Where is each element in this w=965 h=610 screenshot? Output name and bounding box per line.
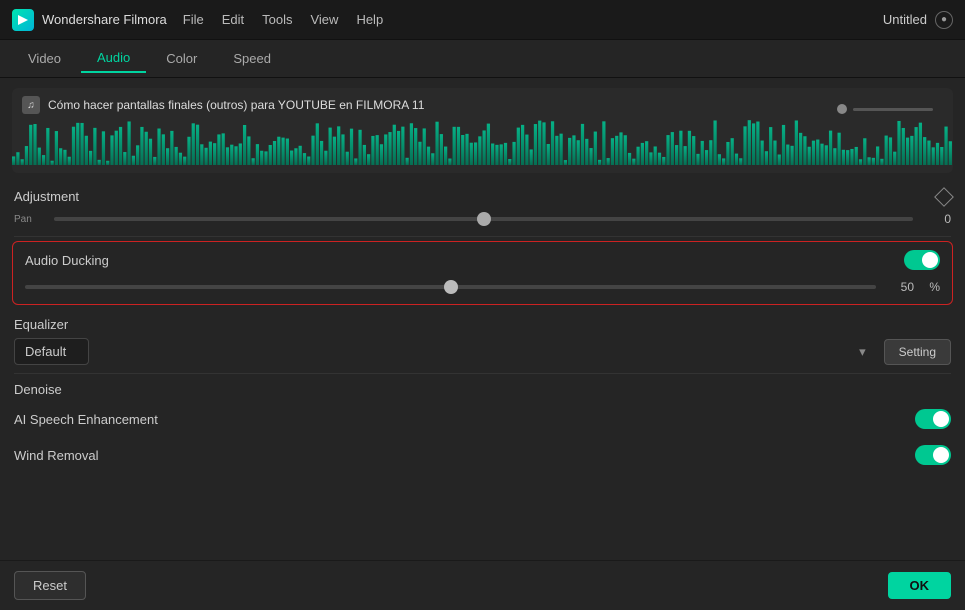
reset-button[interactable]: Reset (14, 571, 86, 600)
pan-label: Pan (14, 214, 44, 225)
pan-slider-container (54, 210, 913, 228)
project-settings-icon[interactable]: ● (935, 11, 953, 29)
ai-speech-label: AI Speech Enhancement (14, 412, 158, 427)
ai-speech-toggle-thumb (933, 411, 949, 427)
tab-speed[interactable]: Speed (217, 45, 287, 72)
ai-speech-row: AI Speech Enhancement (0, 401, 965, 437)
ducking-label: Audio Ducking (25, 253, 109, 268)
waveform-controls (837, 104, 933, 114)
denoise-label: Denoise (14, 382, 62, 397)
pan-slider[interactable] (54, 217, 913, 221)
menu-bar: File Edit Tools View Help (183, 12, 383, 27)
waveform-visual (12, 120, 953, 165)
ducking-slider-row: 50 % (25, 278, 940, 296)
waveform-position-dot (837, 104, 847, 114)
wind-removal-row: Wind Removal (0, 437, 965, 473)
equalizer-setting-button[interactable]: Setting (884, 339, 951, 365)
pan-slider-row: Pan 0 (14, 210, 951, 228)
tab-color[interactable]: Color (150, 45, 213, 72)
adjustment-section: Adjustment Pan 0 (0, 181, 965, 236)
ok-button[interactable]: OK (888, 572, 952, 599)
waveform-header: ♫ Cómo hacer pantallas finales (outros) … (22, 96, 943, 114)
project-name: Untitled (883, 12, 927, 27)
app-name: Wondershare Filmora (42, 12, 167, 27)
ducking-toggle-thumb (922, 252, 938, 268)
titlebar-left: Wondershare Filmora File Edit Tools View… (12, 9, 383, 31)
waveform-title: Cómo hacer pantallas finales (outros) pa… (48, 98, 424, 112)
wind-removal-toggle[interactable] (915, 445, 951, 465)
denoise-section: Denoise (0, 374, 965, 401)
waveform-section: ♫ Cómo hacer pantallas finales (outros) … (12, 88, 953, 173)
ducking-toggle[interactable] (904, 250, 940, 270)
tab-video[interactable]: Video (12, 45, 77, 72)
ai-speech-toggle[interactable] (915, 409, 951, 429)
wind-removal-toggle-thumb (933, 447, 949, 463)
menu-tools[interactable]: Tools (262, 12, 292, 27)
titlebar-right: Untitled ● (883, 11, 953, 29)
equalizer-row: Default Classical Pop Rock Jazz Dance Se… (14, 338, 951, 365)
app-logo (12, 9, 34, 31)
adjustment-label: Adjustment (14, 189, 79, 204)
ducking-slider-container (25, 278, 876, 296)
ducking-slider[interactable] (25, 285, 876, 289)
tab-bar: Video Audio Color Speed (0, 40, 965, 78)
bottom-bar: Reset OK (0, 560, 965, 610)
waveform-volume-line (853, 108, 933, 111)
menu-file[interactable]: File (183, 12, 204, 27)
divider-1 (14, 236, 951, 237)
menu-help[interactable]: Help (356, 12, 383, 27)
pan-value: 0 (923, 212, 951, 226)
equalizer-select[interactable]: Default Classical Pop Rock Jazz Dance (14, 338, 89, 365)
ducking-header: Audio Ducking (25, 250, 940, 270)
equalizer-section: Equalizer Default Classical Pop Rock Jaz… (0, 309, 965, 373)
equalizer-label: Equalizer (14, 317, 951, 332)
adjustment-header: Adjustment (14, 189, 951, 204)
menu-edit[interactable]: Edit (222, 12, 244, 27)
audio-ducking-section: Audio Ducking 50 % (12, 241, 953, 305)
ducking-value: 50 (886, 280, 914, 294)
ducking-unit: % (924, 280, 940, 294)
main-panel: ♫ Cómo hacer pantallas finales (outros) … (0, 78, 965, 610)
diamond-icon (934, 187, 954, 207)
tab-audio[interactable]: Audio (81, 44, 146, 73)
music-icon: ♫ (22, 96, 40, 114)
equalizer-select-wrapper: Default Classical Pop Rock Jazz Dance (14, 338, 876, 365)
menu-view[interactable]: View (310, 12, 338, 27)
wind-removal-label: Wind Removal (14, 448, 99, 463)
titlebar: Wondershare Filmora File Edit Tools View… (0, 0, 965, 40)
